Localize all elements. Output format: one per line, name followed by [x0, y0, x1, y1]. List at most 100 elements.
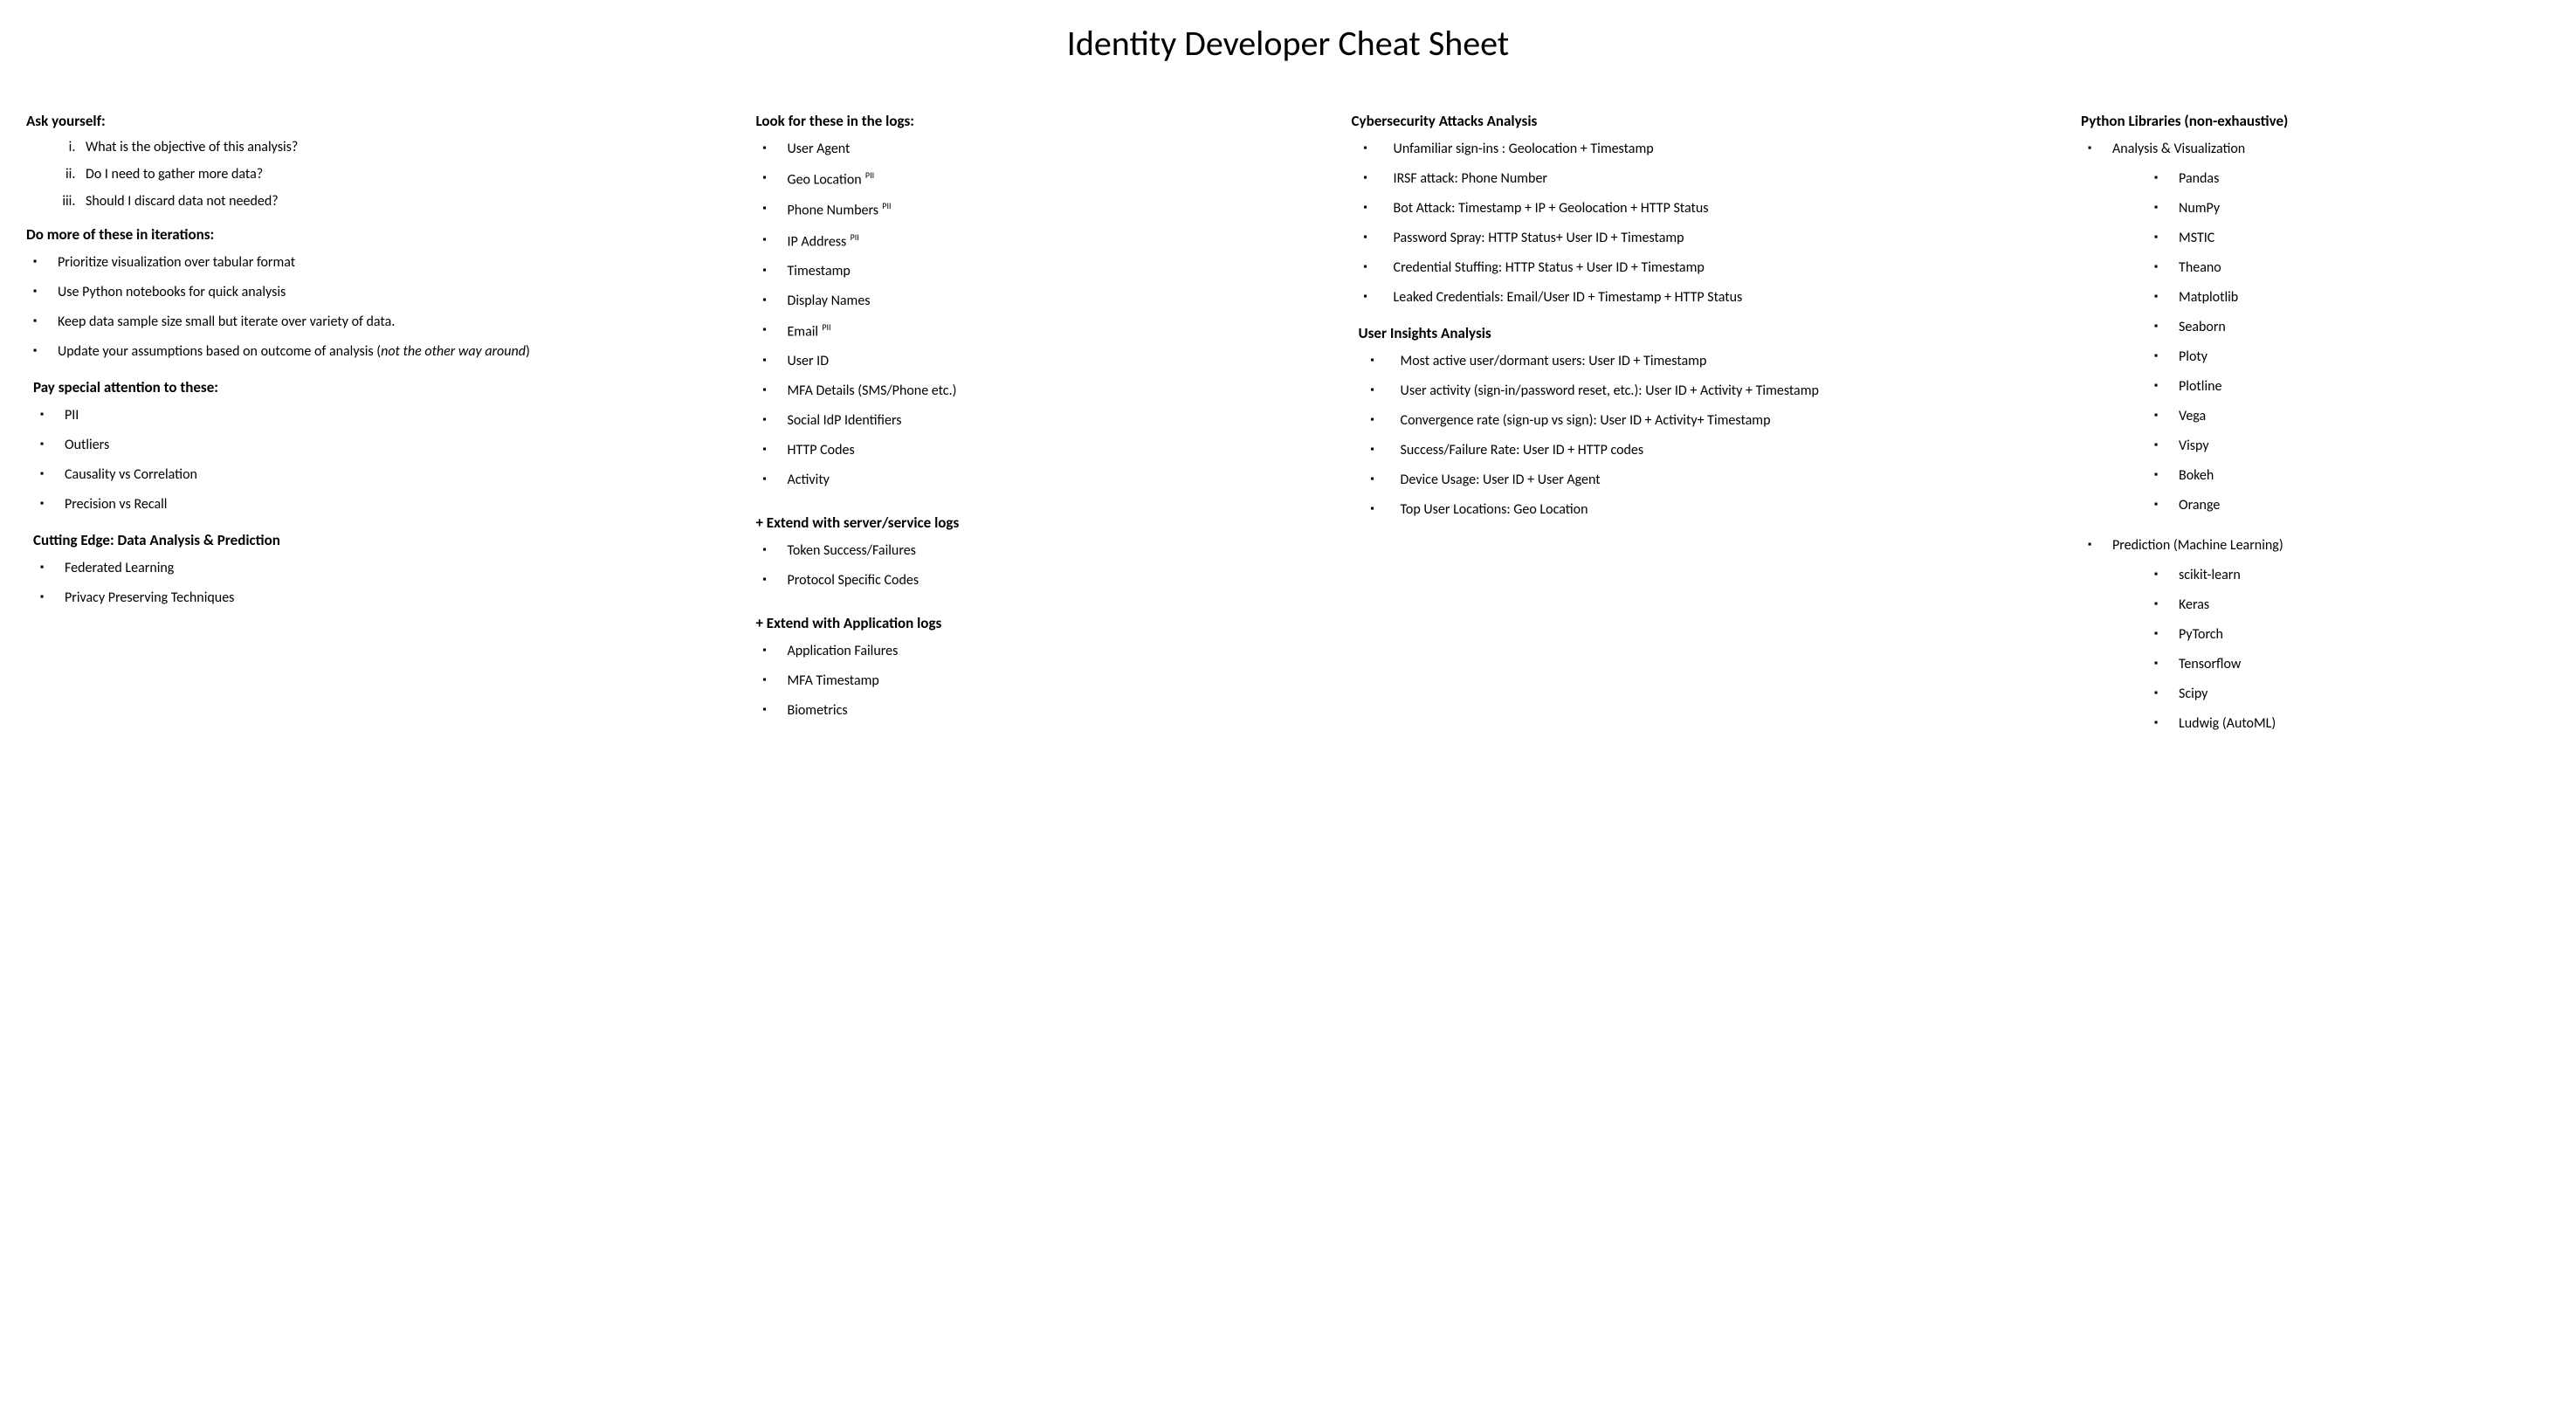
list-item: Leaked Credentials: Email/User ID + Time…: [1352, 287, 2055, 308]
list-item: Update your assumptions based on outcome…: [26, 341, 729, 362]
list-item: Do I need to gather more data?: [79, 166, 729, 183]
text: Geo Location: [787, 171, 861, 188]
attention-list: PII Outliers Causality vs Correlation Pr…: [33, 405, 729, 515]
list-item: Should I discard data not needed?: [79, 193, 729, 210]
text-italic: not the other way around: [381, 343, 526, 360]
list-item: What is the objective of this analysis?: [79, 139, 729, 155]
list-item: User Agent: [755, 139, 1325, 160]
text: Update your assumptions based on outcome…: [58, 343, 381, 360]
list-item: Outliers: [33, 435, 729, 456]
list-item: Convergence rate (sign-up vs sign): User…: [1359, 410, 2055, 431]
list-item: Pandas: [2147, 169, 2550, 190]
list-item: Federated Learning: [33, 558, 729, 579]
list-item: scikit-learn: [2147, 565, 2550, 586]
server-logs-list: Token Success/Failures Protocol Specific…: [755, 541, 1325, 591]
list-item-group: Prediction (Machine Learning) scikit-lea…: [2081, 535, 2550, 734]
list-item-group: Analysis & Visualization Pandas NumPy MS…: [2081, 139, 2550, 516]
list-item: Privacy Preserving Techniques: [33, 588, 729, 609]
list-item: Tensorflow: [2147, 654, 2550, 675]
list-item: Orange: [2147, 495, 2550, 516]
list-item: Geo Location PII: [755, 169, 1325, 190]
column-2: Look for these in the logs: User Agent G…: [755, 108, 1325, 730]
attacks-list: Unfamiliar sign-ins : Geolocation + Time…: [1352, 139, 2055, 308]
pii-superscript: PII: [848, 231, 858, 243]
list-item: Seaborn: [2147, 317, 2550, 338]
ml-list: scikit-learn Keras PyTorch Tensorflow Sc…: [2147, 565, 2550, 734]
list-item: Display Names: [755, 291, 1325, 312]
page-title: Identity Developer Cheat Sheet: [26, 22, 2550, 65]
group-label: Prediction (Machine Learning): [2112, 537, 2283, 554]
list-item: HTTP Codes: [755, 440, 1325, 461]
list-item: Email PII: [755, 321, 1325, 342]
list-item: Activity: [755, 470, 1325, 491]
list-item: Matplotlib: [2147, 287, 2550, 308]
list-item: Unfamiliar sign-ins : Geolocation + Time…: [1352, 139, 2055, 160]
list-item: Vega: [2147, 406, 2550, 427]
heading-logs: Look for these in the logs:: [755, 112, 1325, 130]
list-item: Causality vs Correlation: [33, 465, 729, 486]
list-item: User activity (sign-in/password reset, e…: [1359, 381, 2055, 402]
python-libs-list: Analysis & Visualization Pandas NumPy MS…: [2081, 139, 2550, 734]
content-columns: Ask yourself: What is the objective of t…: [26, 108, 2550, 743]
list-item: Keep data sample size small but iterate …: [26, 312, 729, 333]
list-item: Bokeh: [2147, 465, 2550, 486]
column-3: Cybersecurity Attacks Analysis Unfamilia…: [1352, 108, 2055, 529]
heading-user-insights: User Insights Analysis: [1359, 324, 2055, 342]
heading-iterations: Do more of these in iterations:: [26, 225, 729, 244]
pii-superscript: PII: [820, 321, 830, 333]
logs-list: User Agent Geo Location PII Phone Number…: [755, 139, 1325, 491]
heading-app-logs: + Extend with Application logs: [755, 614, 1325, 632]
list-item: Scipy: [2147, 684, 2550, 705]
text: ): [526, 343, 530, 360]
list-item: MSTIC: [2147, 228, 2550, 249]
column-1: Ask yourself: What is the objective of t…: [26, 108, 729, 617]
list-item: IRSF attack: Phone Number: [1352, 169, 2055, 190]
list-item: PII: [33, 405, 729, 426]
list-item: MFA Timestamp: [755, 671, 1325, 692]
list-item: Credential Stuffing: HTTP Status + User …: [1352, 258, 2055, 279]
list-item: MFA Details (SMS/Phone etc.): [755, 381, 1325, 402]
list-item: Most active user/dormant users: User ID …: [1359, 351, 2055, 372]
list-item: Biometrics: [755, 700, 1325, 721]
list-item: IP Address PII: [755, 231, 1325, 252]
list-item: Ludwig (AutoML): [2147, 713, 2550, 734]
list-item: Plotline: [2147, 376, 2550, 397]
analysis-viz-list: Pandas NumPy MSTIC Theano Matplotlib Sea…: [2147, 169, 2550, 516]
list-item: Top User Locations: Geo Location: [1359, 500, 2055, 520]
text: Phone Numbers: [787, 203, 878, 219]
list-item: Prioritize visualization over tabular fo…: [26, 252, 729, 273]
list-item: Protocol Specific Codes: [755, 570, 1325, 591]
list-item: Password Spray: HTTP Status+ User ID + T…: [1352, 228, 2055, 249]
app-logs-list: Application Failures MFA Timestamp Biome…: [755, 641, 1325, 721]
list-item: Phone Numbers PII: [755, 199, 1325, 221]
list-item: Theano: [2147, 258, 2550, 279]
heading-attention: Pay special attention to these:: [33, 378, 729, 396]
list-item: Success/Failure Rate: User ID + HTTP cod…: [1359, 440, 2055, 461]
list-item: User ID: [755, 351, 1325, 372]
text: Email: [787, 323, 818, 340]
heading-cutting-edge: Cutting Edge: Data Analysis & Prediction: [33, 531, 729, 549]
list-item: Use Python notebooks for quick analysis: [26, 282, 729, 303]
heading-python-libs: Python Libraries (non-exhaustive): [2081, 112, 2550, 130]
list-item: Social IdP Identifiers: [755, 410, 1325, 431]
text: IP Address: [787, 233, 846, 250]
list-item: Vispy: [2147, 436, 2550, 457]
heading-ask-yourself: Ask yourself:: [26, 112, 729, 130]
heading-attacks: Cybersecurity Attacks Analysis: [1352, 112, 2055, 130]
pii-superscript: PII: [880, 200, 891, 211]
list-item: Ploty: [2147, 347, 2550, 368]
column-4: Python Libraries (non-exhaustive) Analys…: [2081, 108, 2550, 743]
user-insights-list: Most active user/dormant users: User ID …: [1359, 351, 2055, 520]
list-item: NumPy: [2147, 198, 2550, 219]
list-item: Token Success/Failures: [755, 541, 1325, 562]
pii-superscript: PII: [864, 169, 874, 181]
ask-yourself-list: What is the objective of this analysis? …: [26, 139, 729, 210]
group-label: Analysis & Visualization: [2112, 141, 2245, 157]
list-item: Bot Attack: Timestamp + IP + Geolocation…: [1352, 198, 2055, 219]
list-item: Application Failures: [755, 641, 1325, 662]
list-item: Keras: [2147, 595, 2550, 616]
list-item: Precision vs Recall: [33, 494, 729, 515]
list-item: Device Usage: User ID + User Agent: [1359, 470, 2055, 491]
list-item: Timestamp: [755, 261, 1325, 282]
iterations-list: Prioritize visualization over tabular fo…: [26, 252, 729, 362]
